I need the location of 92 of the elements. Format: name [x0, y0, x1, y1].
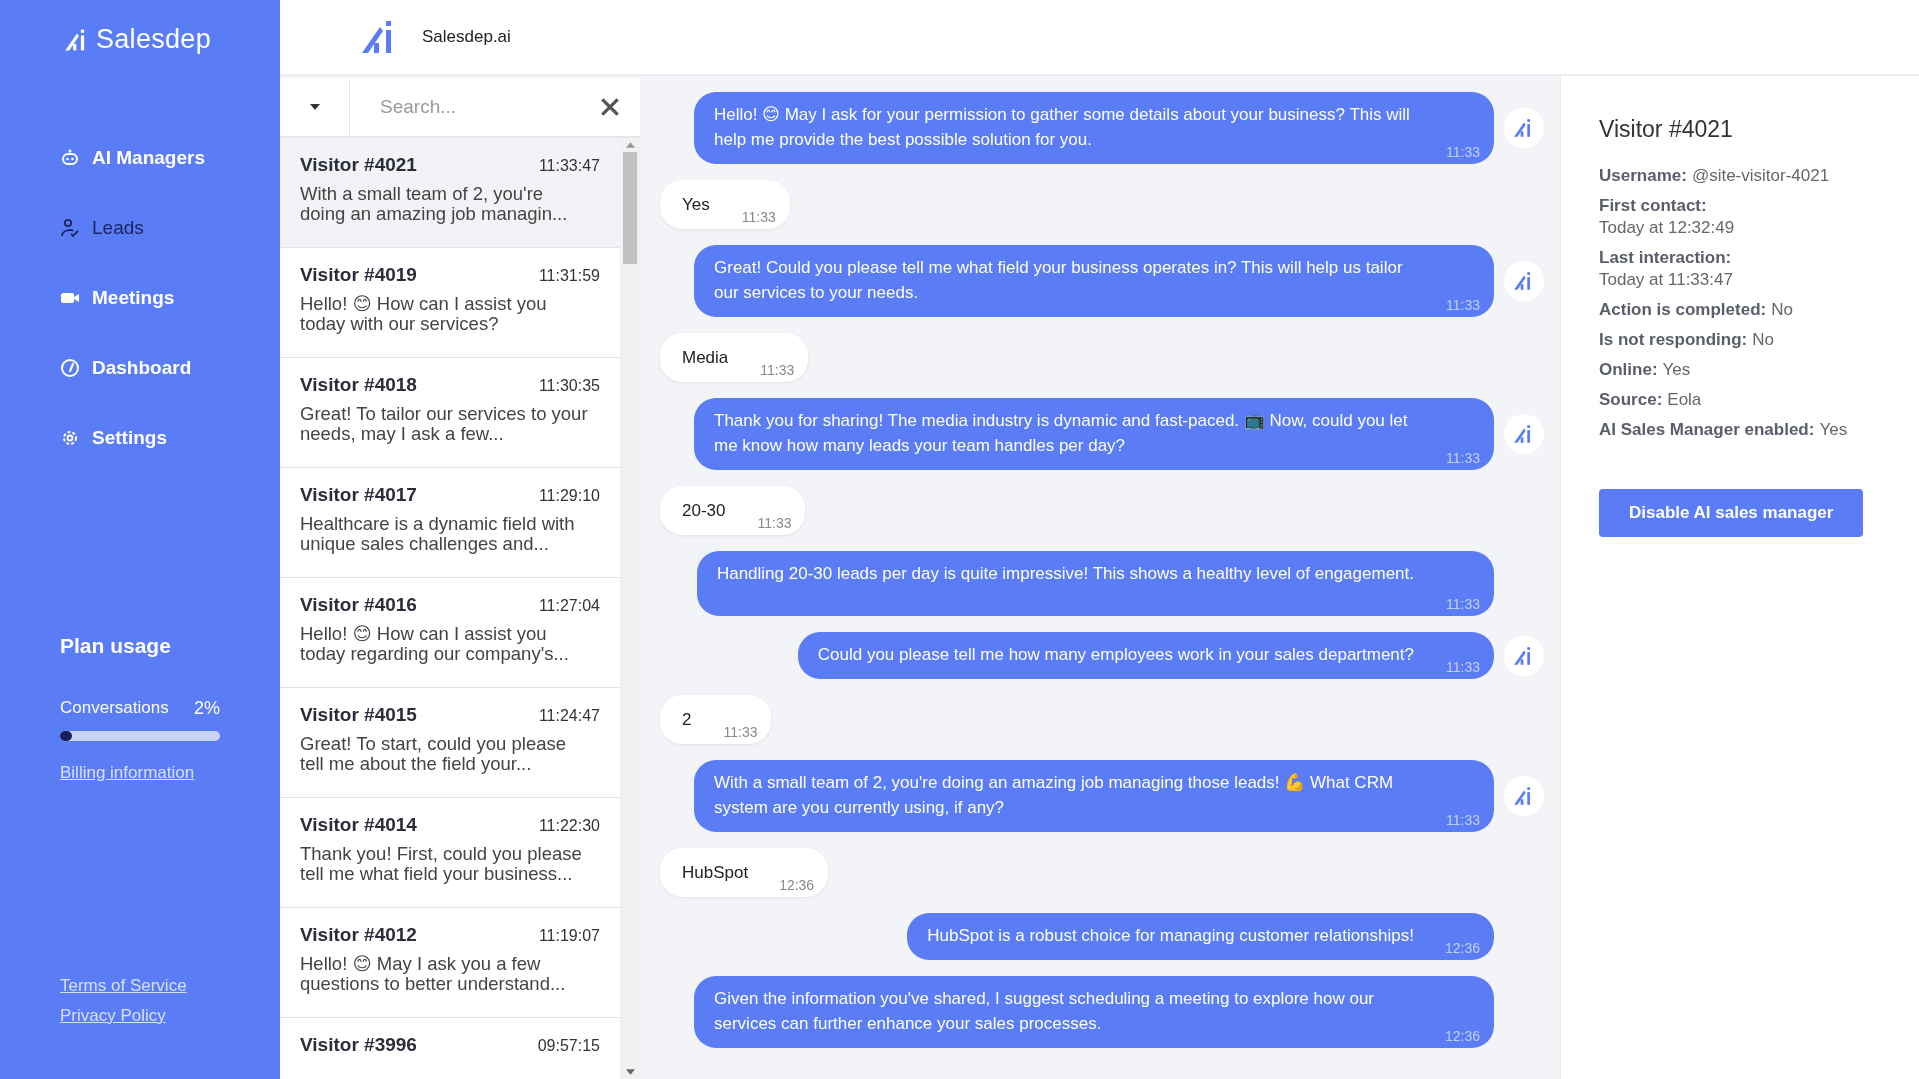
message-time: 12:36 [1444, 1028, 1480, 1044]
caret-icon [309, 104, 320, 110]
visitor-name: Visitor #4017 [300, 484, 417, 506]
conversation-time: 11:33:47 [538, 157, 600, 175]
visitor-name: Visitor #4012 [300, 924, 417, 946]
message-preview: Great! To start, could you please tell me about the field your... [300, 734, 567, 774]
visitor-title: Visitor #4021 [1599, 116, 1734, 143]
message-time: 11:33 [1446, 450, 1480, 466]
close-icon [599, 96, 621, 118]
field-label: Last interaction: [1599, 247, 1733, 269]
conversation-time: 09:57:15 [537, 1037, 600, 1055]
conversation-time: 11:19:07 [538, 927, 600, 945]
message-text: Thank you for sharing! The media industry is dynamic and fast-paced. 📺 Now, could you let me know how many leads your team handles per day? [714, 411, 1408, 455]
visitor-name: Visitor #4015 [300, 704, 417, 726]
nav-item[interactable]: Meetings [60, 287, 175, 309]
visitor-name: Visitor #4021 [300, 154, 417, 176]
message-time: 11:33 [741, 209, 776, 225]
usage-percent: 2% [194, 698, 220, 719]
scroll-down-arrow-icon[interactable] [625, 1069, 635, 1075]
nav-item[interactable]: Settings [60, 427, 167, 449]
conversation-time: 11:30:35 [538, 377, 600, 395]
nav-item[interactable]: Leads [60, 217, 144, 239]
field-value: @site-visitor-4021 [1691, 165, 1830, 187]
field-value: No [1752, 329, 1774, 351]
visitor-name: Visitor #4019 [300, 264, 417, 286]
message-text: Hello! 😊 May I ask for your permission to gather some details about your business? This will help me provide the best possible solution for you. [714, 105, 1410, 149]
settings-icon [60, 428, 80, 448]
conversation-time: 11:29:10 [538, 487, 600, 505]
field-label: Is not responding: [1599, 329, 1748, 351]
field-label: Action is completed: [1599, 299, 1767, 321]
nav-item[interactable]: AI Managers [60, 147, 205, 169]
field-value: Yes [1662, 359, 1691, 381]
field-label: AI Sales Manager enabled: [1599, 419, 1815, 441]
message-preview: Hello! 😊 May I ask you a few questions to better understand... [300, 954, 567, 994]
message-time: 11:33 [760, 362, 795, 378]
field-label: Online: [1599, 359, 1658, 381]
brand-name: Salesdep [96, 24, 211, 55]
visitor-name: Visitor #4016 [300, 594, 417, 616]
message-time: 12:36 [779, 877, 815, 893]
message-time: 11:33 [1446, 659, 1480, 675]
usage-label: Conversations [60, 698, 169, 719]
header-title: Salesdep.ai [422, 27, 511, 47]
disable-ai-button[interactable]: Disable AI sales manager [1599, 489, 1864, 537]
message-time: 11:33 [1446, 596, 1480, 612]
field-label: Source: [1599, 389, 1663, 411]
message-text: Media [682, 348, 729, 367]
field-value: No [1771, 299, 1793, 321]
field-value: Eola [1667, 389, 1702, 411]
field-value: Today at 12:32:49 [1599, 217, 1736, 239]
message-preview: Hello! 😊 How can I assist you today with our services? [300, 294, 548, 334]
message-text: Yes [682, 195, 710, 214]
message-text: HubSpot [682, 863, 749, 882]
clear-search-button[interactable] [580, 78, 640, 136]
nav-item[interactable]: Dashboard [60, 357, 192, 379]
message-text: Handling 20-30 leads per day is quite impressive! This shows a healthy level of engagement. [716, 564, 1414, 583]
visitor-name: Visitor #4018 [300, 374, 417, 396]
person-check-icon [60, 218, 80, 238]
conversation-time: 11:31:59 [538, 267, 600, 285]
conversation-time: 11:24:47 [538, 707, 600, 725]
message-time: 11:33 [723, 724, 758, 740]
message-text: Great! Could you please tell me what field your business operates in? This will help us tailor our services to your needs. [714, 258, 1403, 302]
conversation-item[interactable]: Visitor #4021 11:33:47 With a small team of 2, you're doing an amazing job managin... [280, 138, 620, 248]
scroll-up-arrow-icon[interactable] [625, 142, 635, 148]
conversation-time: 11:22:30 [538, 817, 600, 835]
message-preview: With a small team of 2, you're doing an amazing job managin... [300, 184, 569, 224]
message-text: 2 [682, 710, 692, 729]
message-text: 20-30 [682, 501, 726, 520]
field-label: Username: [1599, 165, 1687, 187]
gauge-icon [60, 358, 80, 378]
message-text: With a small team of 2, you're doing an amazing job managing those leads! 💪 What CRM system are you currently using, if any? [714, 773, 1394, 817]
message-text: Given the information you've shared, I suggest scheduling a meeting to explore how our services can further enhance your sales processes. [714, 989, 1375, 1033]
message-preview: Thank you! First, could you please tell me what field your business... [300, 844, 583, 884]
search-field[interactable]: Search... [350, 78, 580, 136]
visitor-name: Visitor #3996 [300, 1034, 417, 1056]
field-label: First contact: [1599, 195, 1708, 217]
scrollbar-thumb[interactable] [623, 152, 637, 264]
message-preview: Great! To tailor our services to your needs, may I ask a few... [300, 404, 589, 444]
conversation-time: 11:27:04 [538, 597, 600, 615]
field-value: Today at 11:33:47 [1599, 269, 1734, 291]
plan-usage-title: Plan usage [60, 634, 172, 658]
message-time: 12:36 [1444, 940, 1480, 956]
message-time: 11:33 [1446, 297, 1480, 313]
message-text: Could you please tell me how many employees work in your sales department? [817, 645, 1414, 664]
message-preview: Hello! 😊 How can I assist you today regarding our company's... [300, 624, 570, 664]
visitor-name: Visitor #4014 [300, 814, 417, 836]
field-value: Yes [1819, 419, 1848, 441]
message-preview: Healthcare is a dynamic field with unique sales challenges and... [300, 514, 576, 554]
message-time: 11:33 [1446, 812, 1480, 828]
message-time: 11:33 [757, 515, 792, 531]
message-text: HubSpot is a robust choice for managing customer relationships! [927, 926, 1414, 945]
message-time: 11:33 [1446, 144, 1480, 160]
robot-icon [60, 148, 80, 168]
